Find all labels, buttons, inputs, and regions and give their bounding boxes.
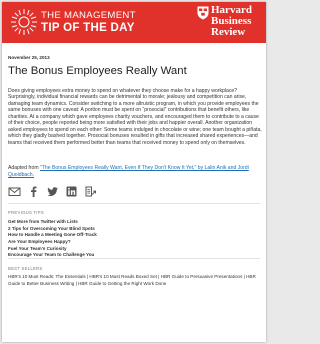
- share-bar: [8, 184, 97, 198]
- email-icon[interactable]: [8, 185, 21, 198]
- best-sellers-links[interactable]: HBR's 10 Must Reads: The Essentials | HB…: [8, 274, 262, 288]
- article-date: November 25, 2013: [8, 55, 50, 60]
- previous-tip-link[interactable]: Fuel Your Team's Curiosity: [8, 246, 97, 253]
- hbr-wordmark: Harvard Business Review: [211, 4, 252, 39]
- previous-tip-link[interactable]: How to Handle a Meeting Gone Off-Track: [8, 232, 97, 239]
- previous-tip-link[interactable]: 2 Tips for Overcoming Your Blind Spots: [8, 226, 97, 233]
- linkedin-icon[interactable]: [65, 185, 78, 198]
- harvard-shield-icon: [197, 6, 209, 20]
- article-body: Does giving employees extra money to spe…: [8, 88, 262, 146]
- header-title-line2: TIP OF THE DAY: [41, 22, 135, 34]
- article-title: The Bonus Employees Really Want: [8, 65, 187, 77]
- adapted-from: Adapted from "The Bonus Employees Really…: [8, 165, 262, 178]
- source-article-link[interactable]: "The Bonus Employees Really Want, Even I…: [8, 165, 249, 178]
- sun-icon: [11, 9, 37, 35]
- previous-tips-heading: PREVIOUS TIPS: [8, 210, 44, 215]
- best-sellers-heading: BEST SELLERS: [8, 266, 43, 271]
- header-banner: THE MANAGEMENT TIP OF THE DAY Harvard Bu…: [2, 2, 266, 43]
- previous-tip-link[interactable]: Are Your Employees Happy?: [8, 239, 97, 246]
- divider: [8, 203, 260, 204]
- email-card: THE MANAGEMENT TIP OF THE DAY Harvard Bu…: [2, 2, 266, 342]
- divider: [8, 258, 260, 259]
- share-icon[interactable]: [84, 185, 97, 198]
- header-title-line1: THE MANAGEMENT: [41, 10, 136, 21]
- logo-line-review: Review: [211, 26, 246, 39]
- previous-tips-list: Get More from Twitter with Lists 2 Tips …: [8, 219, 97, 259]
- adapted-prefix: Adapted from: [8, 165, 40, 171]
- twitter-icon[interactable]: [46, 185, 59, 198]
- previous-tip-link[interactable]: Get More from Twitter with Lists: [8, 219, 97, 226]
- hbr-logo[interactable]: Harvard Business Review: [197, 4, 261, 41]
- facebook-icon[interactable]: [27, 185, 40, 198]
